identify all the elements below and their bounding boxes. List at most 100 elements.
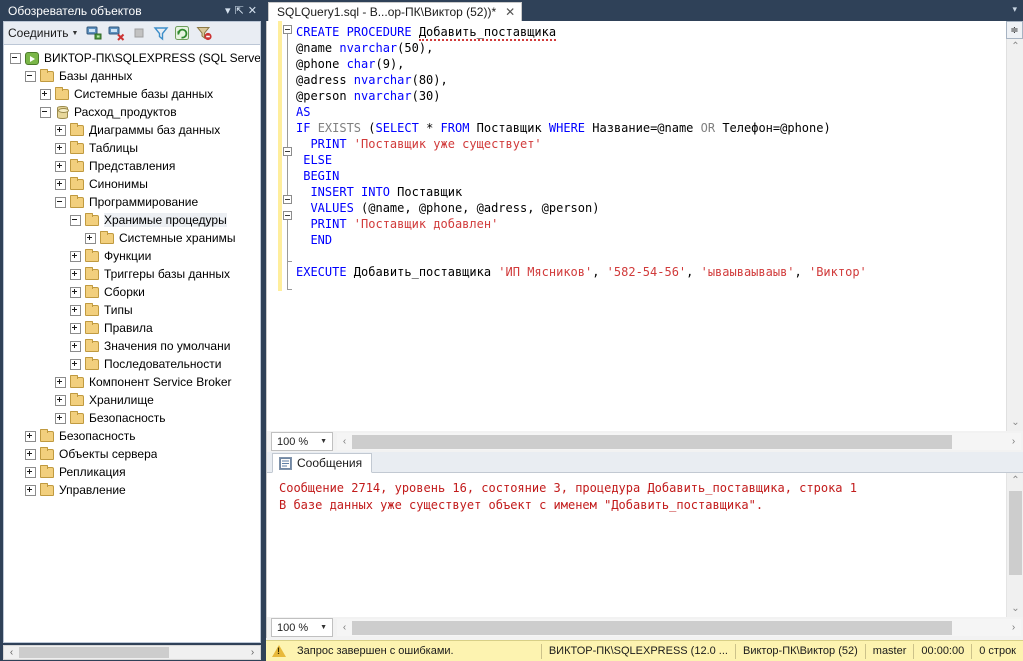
- expand-icon[interactable]: [70, 268, 81, 280]
- scroll-up-icon[interactable]: ⌃: [1007, 39, 1023, 55]
- expand-icon[interactable]: [70, 340, 81, 352]
- scroll-thumb[interactable]: [19, 647, 169, 658]
- scroll-left-icon[interactable]: ‹: [337, 622, 352, 633]
- messages-hscrollbar[interactable]: ‹ ›: [337, 619, 1021, 636]
- connect-object-explorer-icon[interactable]: [85, 24, 104, 42]
- expand-icon[interactable]: [55, 124, 66, 136]
- tab-sqlquery1[interactable]: SQLQuery1.sql - В...ор-ПК\Виктор (52))* …: [268, 2, 523, 21]
- fold-box[interactable]: [283, 195, 292, 204]
- scroll-track[interactable]: [169, 647, 245, 658]
- collapse-icon[interactable]: [70, 214, 81, 226]
- pin-icon[interactable]: ⇱: [235, 5, 244, 17]
- scroll-left-icon[interactable]: ‹: [4, 647, 19, 658]
- tree-item[interactable]: Значения по умолчани: [4, 337, 260, 355]
- tree-item[interactable]: Представления: [4, 157, 260, 175]
- expand-icon[interactable]: [25, 484, 36, 496]
- scroll-thumb[interactable]: [352, 434, 952, 449]
- scroll-track[interactable]: [952, 621, 1006, 635]
- expand-icon[interactable]: [55, 376, 66, 388]
- tree-item[interactable]: Синонимы: [4, 175, 260, 193]
- collapse-icon[interactable]: [25, 70, 36, 82]
- messages-zoom-select[interactable]: 100 % ▼: [271, 618, 333, 637]
- collapse-icon[interactable]: [10, 52, 21, 64]
- tree-item[interactable]: Компонент Service Broker: [4, 373, 260, 391]
- tree-item[interactable]: Базы данных: [4, 67, 260, 85]
- fold-box[interactable]: [283, 211, 292, 220]
- collapse-icon[interactable]: [55, 196, 66, 208]
- object-explorer-hscrollbar[interactable]: ‹ ›: [3, 645, 261, 660]
- tree-item[interactable]: Типы: [4, 301, 260, 319]
- expand-icon[interactable]: [55, 412, 66, 424]
- fold-box[interactable]: [283, 147, 292, 156]
- tabstrip-menu-icon[interactable]: ▾: [1012, 4, 1017, 15]
- disconnect-object-explorer-icon[interactable]: [107, 24, 126, 42]
- tree-item[interactable]: ВИКТОР-ПК\SQLEXPRESS (SQL Server: [4, 49, 260, 67]
- chevron-down-icon[interactable]: ▼: [320, 438, 332, 445]
- expand-icon[interactable]: [70, 304, 81, 316]
- scroll-left-icon[interactable]: ‹: [337, 436, 352, 447]
- expand-icon[interactable]: [55, 394, 66, 406]
- tree-item[interactable]: Системные базы данных: [4, 85, 260, 103]
- tree-item[interactable]: Диаграммы баз данных: [4, 121, 260, 139]
- code-hscrollbar[interactable]: ‹ ›: [337, 433, 1021, 450]
- expand-icon[interactable]: [70, 250, 81, 262]
- expand-icon[interactable]: [55, 142, 66, 154]
- connect-button[interactable]: Соединить: [8, 26, 69, 40]
- scroll-thumb[interactable]: [352, 620, 952, 635]
- filter-icon[interactable]: [151, 24, 170, 42]
- scroll-up-icon[interactable]: ⌃: [1007, 473, 1023, 489]
- tree-item[interactable]: Безопасность: [4, 427, 260, 445]
- expand-icon[interactable]: [55, 178, 66, 190]
- tree-item[interactable]: Хранимые процедуры: [4, 211, 260, 229]
- scroll-down-icon[interactable]: ⌄: [1007, 601, 1023, 617]
- dropdown-icon[interactable]: ▾: [225, 5, 231, 17]
- tab-messages[interactable]: Сообщения: [272, 453, 373, 473]
- expand-icon[interactable]: [40, 88, 51, 100]
- tree-item[interactable]: Триггеры базы данных: [4, 265, 260, 283]
- code-folding-gutter[interactable]: [282, 21, 296, 431]
- tree-item[interactable]: Системные хранимы: [4, 229, 260, 247]
- tree-item[interactable]: Программирование: [4, 193, 260, 211]
- expand-icon[interactable]: [70, 286, 81, 298]
- editor-zoom-select[interactable]: 100 % ▼: [271, 432, 333, 451]
- object-explorer-tree[interactable]: ВИКТОР-ПК\SQLEXPRESS (SQL Server Базы да…: [3, 44, 261, 643]
- sql-code-editor[interactable]: CREATE PROCEDURE Добавить_поставщика @nam…: [266, 21, 1023, 431]
- tree-item[interactable]: Репликация: [4, 463, 260, 481]
- tab-close-icon[interactable]: ✕: [505, 5, 515, 19]
- tree-item[interactable]: Безопасность: [4, 409, 260, 427]
- tree-item[interactable]: Функции: [4, 247, 260, 265]
- collapse-icon[interactable]: [40, 106, 51, 118]
- tree-item[interactable]: Таблицы: [4, 139, 260, 157]
- scroll-right-icon[interactable]: ›: [1006, 622, 1021, 633]
- close-icon[interactable]: ✕: [248, 5, 257, 17]
- scroll-right-icon[interactable]: ›: [1006, 436, 1021, 447]
- scroll-right-icon[interactable]: ›: [245, 647, 260, 658]
- tree-item[interactable]: Расход_продуктов: [4, 103, 260, 121]
- scroll-down-icon[interactable]: ⌄: [1007, 415, 1023, 431]
- split-editor-button[interactable]: ≑: [1006, 21, 1023, 39]
- expand-icon[interactable]: [55, 160, 66, 172]
- refresh-icon[interactable]: [173, 24, 192, 42]
- tree-item[interactable]: Последовательности: [4, 355, 260, 373]
- fold-box[interactable]: [283, 25, 292, 34]
- code-text[interactable]: CREATE PROCEDURE Добавить_поставщика @nam…: [296, 24, 996, 280]
- scroll-thumb[interactable]: [1009, 491, 1022, 575]
- tree-item[interactable]: Управление: [4, 481, 260, 499]
- tree-item[interactable]: Хранилище: [4, 391, 260, 409]
- tree-item[interactable]: Сборки: [4, 283, 260, 301]
- chevron-down-icon[interactable]: ▼: [320, 624, 332, 631]
- scroll-track[interactable]: [952, 435, 1006, 449]
- messages-text[interactable]: Сообщение 2714, уровень 16, состояние 3,…: [267, 473, 1007, 617]
- expand-icon[interactable]: [25, 430, 36, 442]
- connect-dropdown-icon[interactable]: ▼: [72, 30, 79, 37]
- tree-item[interactable]: Объекты сервера: [4, 445, 260, 463]
- tree-item[interactable]: Правила: [4, 319, 260, 337]
- code-vscrollbar[interactable]: ⌃ ⌄: [1006, 39, 1023, 431]
- expand-icon[interactable]: [85, 232, 96, 244]
- expand-icon[interactable]: [25, 448, 36, 460]
- expand-icon[interactable]: [25, 466, 36, 478]
- remove-filter-icon[interactable]: [195, 24, 214, 42]
- messages-vscrollbar[interactable]: ⌃ ⌄: [1006, 473, 1023, 617]
- expand-icon[interactable]: [70, 322, 81, 334]
- expand-icon[interactable]: [70, 358, 81, 370]
